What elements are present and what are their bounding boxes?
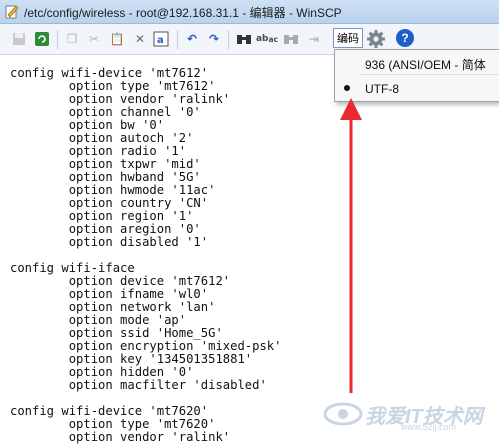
editor-app-icon [5, 5, 19, 19]
gear-icon[interactable] [366, 29, 386, 49]
code-line[interactable]: config wifi-device 'mt7620' [10, 404, 208, 418]
cut-icon[interactable]: ✂ [85, 30, 103, 48]
code-line[interactable]: option key '134501351881' [10, 352, 252, 366]
code-line[interactable]: option txpwr 'mid' [10, 157, 201, 171]
find-icon[interactable] [235, 30, 253, 48]
code-line[interactable]: option disabled '1' [10, 235, 208, 249]
help-icon[interactable]: ? [396, 29, 414, 47]
text-editor[interactable]: config wifi-device 'mt7612' option type … [0, 56, 499, 444]
redo-icon[interactable]: ↷ [205, 30, 223, 48]
code-line[interactable]: config wifi-device 'mt7612' [10, 66, 208, 80]
code-line[interactable]: config wifi-iface [10, 261, 135, 275]
code-line[interactable]: option device 'mt7612' [10, 274, 230, 288]
paste-icon[interactable]: 📋 [108, 30, 126, 48]
code-line[interactable]: option radio '1' [10, 144, 186, 158]
code-line[interactable]: option type 'mt7620' [10, 417, 216, 431]
menu-item-label: 936 (ANSI/OEM - 简体 [365, 58, 486, 72]
window-title: /etc/config/wireless - root@192.168.31.1… [24, 6, 342, 20]
code-line[interactable]: option type 'mt7612' [10, 79, 216, 93]
code-line[interactable]: option hwband '5G' [10, 170, 201, 184]
save-icon[interactable] [10, 30, 28, 48]
code-line[interactable]: option aregion '0' [10, 222, 201, 236]
code-line[interactable]: option vendor 'ralink' [10, 92, 230, 106]
code-line[interactable]: option vendor 'ralink' [10, 430, 230, 444]
code-line[interactable]: option autoch '2' [10, 131, 194, 145]
code-line[interactable]: option hwmode '11ac' [10, 183, 216, 197]
replace-icon[interactable]: ab ac [256, 30, 278, 48]
code-line[interactable]: option region '1' [10, 209, 194, 223]
code-line[interactable]: option encryption 'mixed-psk' [10, 339, 282, 353]
goto-line-icon[interactable]: ⇥ [305, 30, 323, 48]
code-line[interactable]: option bw '0' [10, 118, 164, 132]
toolbar-separator [177, 30, 178, 49]
title-bar: /etc/config/wireless - root@192.168.31.1… [0, 0, 499, 24]
menu-item-utf8[interactable]: UTF-8 [335, 76, 499, 100]
code-line[interactable]: option macfilter 'disabled' [10, 378, 267, 392]
encoding-button[interactable]: 编码 [333, 28, 363, 48]
code-line[interactable]: option hidden '0' [10, 365, 194, 379]
find-next-icon[interactable] [282, 30, 300, 48]
menu-item-label: UTF-8 [365, 82, 399, 96]
toolbar-separator [57, 30, 58, 49]
select-all-icon[interactable]: a [152, 30, 170, 48]
code-line[interactable]: option channel '0' [10, 105, 201, 119]
code-line[interactable]: option country 'CN' [10, 196, 208, 210]
reload-icon[interactable] [33, 30, 51, 48]
copy-icon[interactable]: ❐ [63, 30, 81, 48]
code-line[interactable]: option ssid 'Home_5G' [10, 326, 223, 340]
menu-divider [359, 74, 499, 75]
editor-content[interactable]: config wifi-device 'mt7612' option type … [10, 67, 282, 444]
svg-text:a: a [157, 35, 164, 46]
watermark-logo-icon [323, 402, 363, 426]
watermark: 我爱IT技术网 www.52ij.com [323, 398, 495, 432]
code-line[interactable]: option network 'lan' [10, 300, 216, 314]
encoding-menu: 936 (ANSI/OEM - 简体 UTF-8 [334, 49, 499, 102]
code-line[interactable]: option mode 'ap' [10, 313, 186, 327]
watermark-url: www.52ij.com [401, 422, 457, 432]
menu-item-936[interactable]: 936 (ANSI/OEM - 简体 [335, 50, 499, 74]
delete-icon[interactable]: ✕ [131, 30, 149, 48]
undo-icon[interactable]: ↶ [183, 30, 201, 48]
code-line[interactable]: option ifname 'wl0' [10, 287, 208, 301]
selected-bullet-icon [344, 85, 350, 91]
toolbar-separator [228, 30, 229, 49]
